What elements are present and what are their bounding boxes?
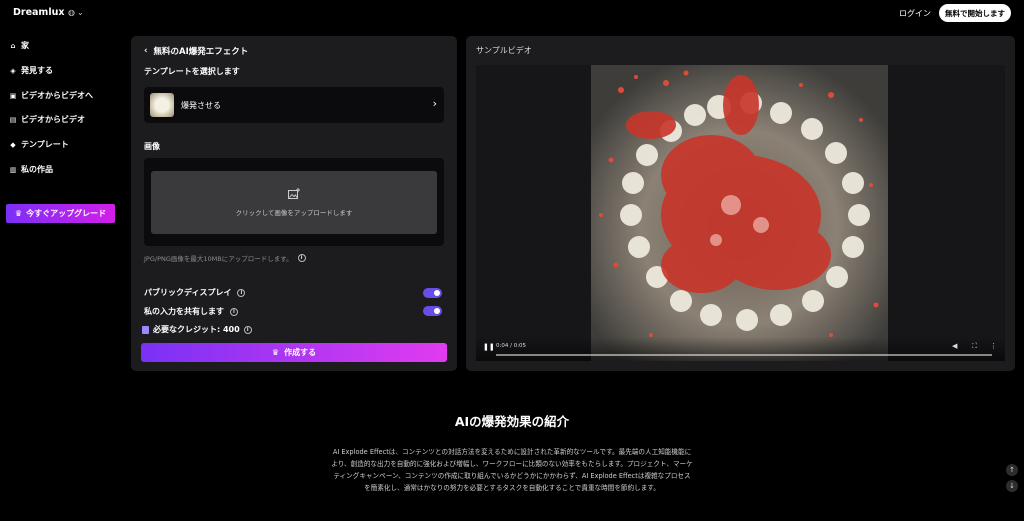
sidebar-item-label: 発見する — [21, 66, 53, 75]
template-thumbnail — [150, 93, 174, 117]
sidebar-item-label: 家 — [21, 41, 29, 50]
scroll-up-button[interactable]: ↑ — [1006, 464, 1018, 476]
intro-description: AI Explode Effectは、コンテンツとの対話方法を変えるために設計さ… — [331, 448, 693, 492]
sidebar-item-label: 私の作品 — [21, 165, 53, 174]
volume-icon[interactable]: ◀ — [952, 342, 957, 350]
credits-required: 必要なクレジット: 400 i — [142, 324, 252, 335]
arrow-down-icon: ↓ — [1009, 482, 1015, 490]
template-selector[interactable]: 爆発させる › — [144, 87, 444, 123]
upgrade-button[interactable]: ♛ 今すぐアップグレード — [6, 204, 115, 223]
login-link[interactable]: ログイン — [899, 8, 931, 19]
sidebar-item-my-works[interactable]: ▥ 私の作品 — [9, 164, 53, 175]
generator-panel: ‹ 無料のAI爆発エフェクト テンプレートを選択します 爆発させる › 画像 ク… — [131, 36, 457, 371]
add-image-icon — [288, 188, 300, 199]
public-display-toggle[interactable] — [423, 288, 442, 298]
more-options-icon[interactable]: ⋮ — [990, 342, 997, 350]
logo[interactable]: Dreamlux — [13, 7, 64, 18]
video-icon: ▣ — [9, 91, 17, 100]
template-icon: ◆ — [10, 140, 16, 149]
globe-icon: ◍ — [68, 8, 75, 17]
scroll-down-button[interactable]: ↓ — [1006, 480, 1018, 492]
info-icon[interactable]: i — [297, 254, 306, 262]
sidebar-item-label: ビデオからビデオへ — [21, 91, 93, 100]
exploding-cake-image — [591, 65, 888, 361]
chevron-left-icon: ‹ — [144, 46, 148, 56]
film-icon: ▤ — [9, 115, 17, 124]
info-icon[interactable]: i — [230, 307, 238, 316]
image-section-label: 画像 — [144, 142, 160, 151]
top-header: Dreamlux ◍ ⌄ ログイン 無料で開始します — [0, 0, 1024, 26]
upload-area: クリックして画像をアップロードします — [144, 158, 444, 246]
chevron-down-icon: ⌄ — [76, 8, 84, 17]
public-display-row: パブリックディスプレイ i — [144, 287, 246, 298]
video-progress-bar[interactable] — [496, 354, 992, 356]
upload-note-text: JPG/PNG画像を最大10MBにアップロードします。 — [144, 255, 293, 263]
credit-icon — [142, 325, 149, 334]
sidebar-item-home[interactable]: ⌂ 家 — [9, 40, 29, 51]
sidebar-item-label: テンプレート — [21, 140, 69, 149]
video-time: 0:04 / 0:05 — [496, 343, 527, 349]
pause-icon[interactable]: ❚❚ — [483, 343, 495, 351]
sidebar-item-video-to-video[interactable]: ▣ ビデオからビデオへ — [9, 90, 93, 101]
page-title: 無料のAI爆発エフェクト — [153, 47, 249, 57]
sidebar-item-discover[interactable]: ◈ 発見する — [9, 65, 53, 76]
sample-video[interactable] — [591, 65, 888, 361]
upload-dropzone[interactable]: クリックして画像をアップロードします — [151, 171, 437, 234]
start-free-button[interactable]: 無料で開始します — [939, 4, 1011, 22]
info-icon[interactable]: i — [237, 288, 246, 297]
arrow-up-icon: ↑ — [1009, 466, 1015, 474]
share-input-label: 私の入力を共有します — [144, 307, 224, 316]
intro-heading: AIの爆発効果の紹介 — [454, 414, 570, 429]
language-selector[interactable]: ◍ ⌄ — [68, 8, 84, 17]
credits-label: 必要なクレジット: 400 — [153, 325, 240, 334]
crown-icon: ♛ — [14, 209, 23, 218]
sidebar-item-video-from-video[interactable]: ▤ ビデオからビデオ — [9, 114, 85, 125]
sample-video-title: サンプルビデオ — [476, 46, 532, 55]
template-section-label: テンプレートを選択します — [144, 67, 240, 76]
upgrade-label: 今すぐアップグレード — [26, 209, 107, 218]
info-icon[interactable]: i — [243, 325, 252, 334]
fullscreen-icon[interactable]: ⛶ — [972, 342, 977, 351]
public-display-label: パブリックディスプレイ — [144, 288, 232, 297]
back-button[interactable]: ‹ 無料のAI爆発エフェクト — [144, 45, 248, 57]
sidebar-item-label: ビデオからビデオ — [21, 115, 85, 124]
create-label: 作成する — [284, 348, 317, 357]
upload-note: JPG/PNG画像を最大10MBにアップロードします。 i — [144, 253, 306, 263]
sample-video-panel: サンプルビデオ ❚❚ 0:04 / 0:05 ◀ ⛶ ⋮ — [466, 36, 1015, 371]
sidebar-item-templates[interactable]: ◆ テンプレート — [9, 139, 69, 150]
template-name: 爆発させる — [181, 101, 221, 110]
create-button[interactable]: ♛ 作成する — [141, 343, 447, 362]
home-icon: ⌂ — [10, 41, 16, 50]
chevron-right-icon: › — [432, 97, 437, 110]
video-controls: ❚❚ 0:04 / 0:05 ◀ ⛶ ⋮ — [476, 337, 1005, 361]
compass-icon: ◈ — [10, 66, 16, 75]
upload-instruction: クリックして画像をアップロードします — [235, 209, 353, 217]
crown-icon: ♛ — [271, 348, 280, 357]
folder-icon: ▥ — [9, 165, 17, 174]
share-input-row: 私の入力を共有します i — [144, 306, 238, 317]
share-input-toggle[interactable] — [423, 306, 442, 316]
